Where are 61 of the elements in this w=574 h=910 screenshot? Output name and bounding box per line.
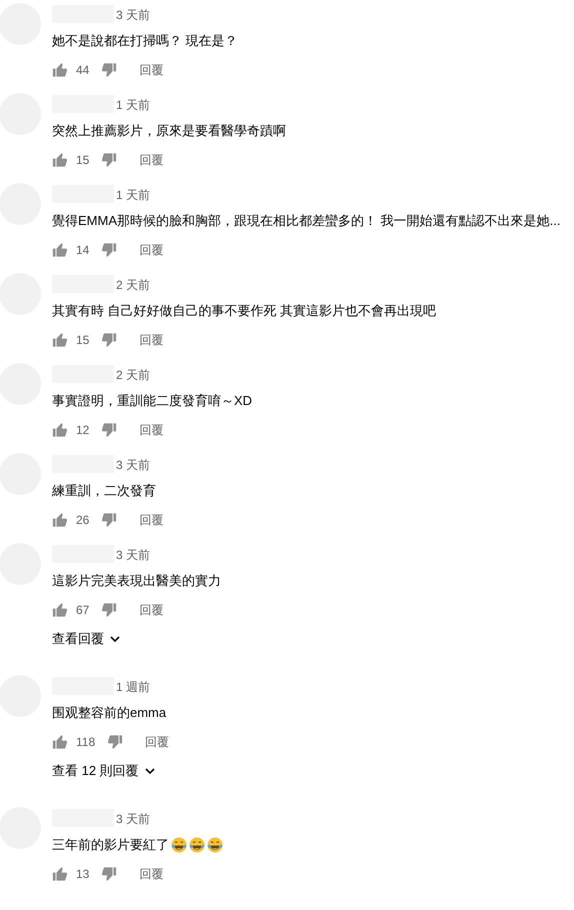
thumbs-down-icon[interactable] xyxy=(101,152,118,168)
thumbs-up-icon[interactable] xyxy=(52,152,68,168)
reply-button[interactable]: 回覆 xyxy=(139,422,164,438)
laughing-emoji-icon xyxy=(171,837,187,853)
thumbs-up-icon[interactable] xyxy=(52,734,68,750)
like-count: 44 xyxy=(76,63,90,77)
thumbs-down-icon[interactable] xyxy=(101,332,118,348)
comment-time[interactable]: 3 天前 xyxy=(116,547,150,563)
thumbs-up-icon[interactable] xyxy=(52,602,68,618)
like-count: 12 xyxy=(76,423,90,437)
like-count: 26 xyxy=(76,513,90,527)
like-count: 15 xyxy=(76,333,90,347)
reply-button[interactable]: 回覆 xyxy=(139,242,164,258)
comment-time[interactable]: 1 天前 xyxy=(116,97,150,113)
comment-time[interactable]: 2 天前 xyxy=(116,277,150,293)
comment-time[interactable]: 2 天前 xyxy=(116,367,150,383)
view-replies-button[interactable]: 查看 12 則回覆 xyxy=(52,762,155,780)
thumbs-up-icon[interactable] xyxy=(52,512,68,528)
comment-text: 突然上推薦影片，原來是要看醫學奇蹟啊 xyxy=(52,122,286,140)
thumbs-down-icon[interactable] xyxy=(101,602,118,618)
chevron-down-icon xyxy=(110,636,120,642)
comment-time[interactable]: 3 天前 xyxy=(116,7,150,23)
laughing-emoji-icon xyxy=(189,837,205,853)
thumbs-down-icon[interactable] xyxy=(101,62,118,78)
thumbs-down-icon[interactable] xyxy=(101,242,118,258)
reply-button[interactable]: 回覆 xyxy=(139,62,164,78)
reply-button[interactable]: 回覆 xyxy=(139,152,164,168)
thumbs-down-icon[interactable] xyxy=(107,734,124,750)
thumbs-up-icon[interactable] xyxy=(52,242,68,258)
thumbs-up-icon[interactable] xyxy=(52,332,68,348)
like-count: 13 xyxy=(76,867,90,881)
like-count: 15 xyxy=(76,153,90,167)
like-count: 118 xyxy=(76,735,96,749)
chevron-down-icon xyxy=(144,768,155,774)
reply-button[interactable]: 回覆 xyxy=(139,866,164,882)
comment-text: 覺得EMMA那時候的臉和胸部，跟現在相比都差蠻多的！ 我一開始還有點認不出來是她... xyxy=(52,212,560,230)
comment-text: 事實證明，重訓能二度發育唷～XD xyxy=(52,392,252,410)
comment-text: 練重訓，二次發育 xyxy=(52,482,156,500)
comment-text: 她不是說都在打掃嗎？ 現在是？ xyxy=(52,32,238,50)
comment-text: 三年前的影片要紅了 xyxy=(52,836,169,854)
comment-time[interactable]: 1 天前 xyxy=(116,187,150,203)
view-replies-button[interactable]: 查看回覆 xyxy=(52,630,120,648)
comment-text: 其實有時 自己好好做自己的事不要作死 其實這影片也不會再出現吧 xyxy=(52,302,436,320)
laughing-emoji-icon xyxy=(207,837,223,853)
comment-text: 围观整容前的emma xyxy=(52,704,166,722)
thumbs-down-icon[interactable] xyxy=(101,866,118,882)
thumbs-down-icon[interactable] xyxy=(101,512,118,528)
thumbs-down-icon[interactable] xyxy=(101,422,118,438)
comment-time[interactable]: 1 週前 xyxy=(116,679,150,695)
reply-button[interactable]: 回覆 xyxy=(145,734,170,750)
like-count: 67 xyxy=(76,603,90,617)
comment-time[interactable]: 3 天前 xyxy=(116,457,150,473)
reply-button[interactable]: 回覆 xyxy=(139,332,164,348)
like-count: 14 xyxy=(76,243,90,257)
comment-text: 這影片完美表現出醫美的實力 xyxy=(52,572,221,590)
reply-button[interactable]: 回覆 xyxy=(139,512,164,528)
thumbs-up-icon[interactable] xyxy=(52,866,68,882)
thumbs-up-icon[interactable] xyxy=(52,62,68,78)
thumbs-up-icon[interactable] xyxy=(52,422,68,438)
reply-button[interactable]: 回覆 xyxy=(139,602,164,618)
comment-time[interactable]: 3 天前 xyxy=(116,811,150,827)
